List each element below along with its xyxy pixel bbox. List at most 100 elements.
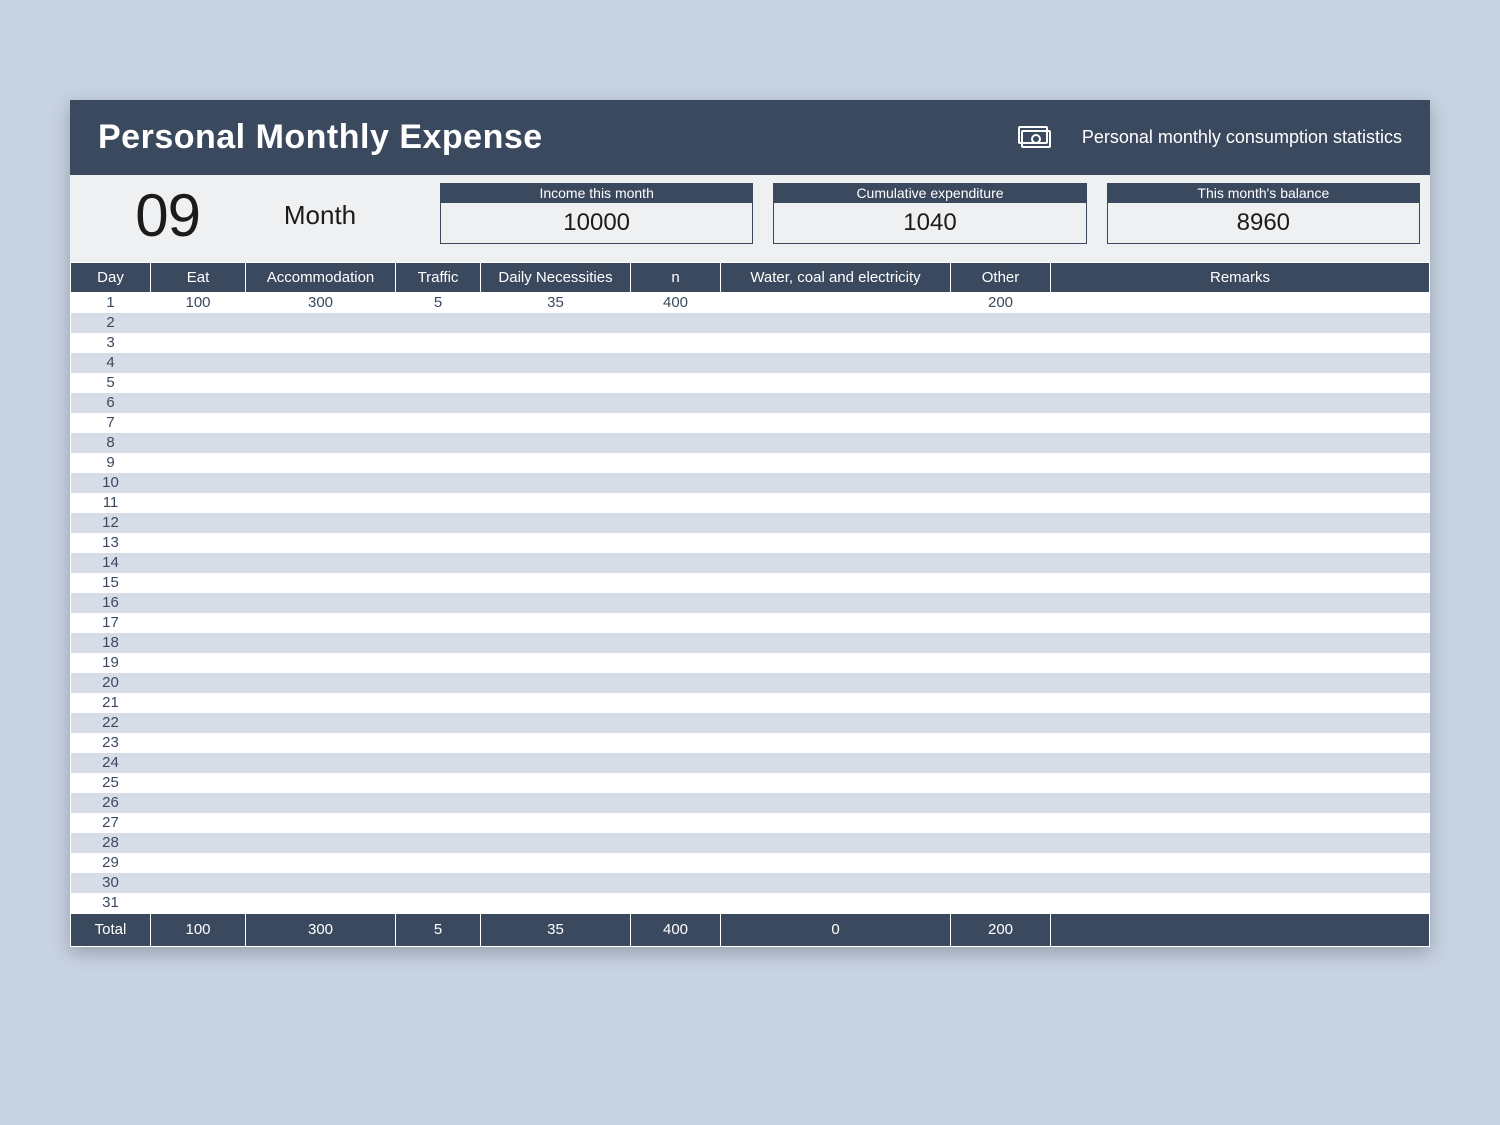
- cell-remarks[interactable]: [1051, 773, 1430, 793]
- cell-other[interactable]: [951, 733, 1051, 753]
- cell-n[interactable]: [631, 833, 721, 853]
- cell-necess[interactable]: [481, 433, 631, 453]
- cell-necess[interactable]: [481, 773, 631, 793]
- cell-eat[interactable]: [151, 853, 246, 873]
- col-rem[interactable]: Remarks: [1051, 263, 1430, 293]
- table-row[interactable]: 27: [71, 813, 1430, 833]
- cell-eat[interactable]: [151, 713, 246, 733]
- cell-traffic[interactable]: [396, 773, 481, 793]
- cell-other[interactable]: [951, 753, 1051, 773]
- cell-necess[interactable]: [481, 613, 631, 633]
- cell-accom[interactable]: [246, 333, 396, 353]
- cell-accom[interactable]: [246, 793, 396, 813]
- cell-other[interactable]: [951, 613, 1051, 633]
- cell-other[interactable]: 200: [951, 293, 1051, 314]
- table-row[interactable]: 7: [71, 413, 1430, 433]
- cell-day[interactable]: 31: [71, 893, 151, 914]
- cell-other[interactable]: [951, 793, 1051, 813]
- cell-accom[interactable]: [246, 453, 396, 473]
- cell-remarks[interactable]: [1051, 833, 1430, 853]
- cell-util[interactable]: [721, 333, 951, 353]
- cell-necess[interactable]: [481, 633, 631, 653]
- cell-eat[interactable]: [151, 833, 246, 853]
- cell-accom[interactable]: [246, 813, 396, 833]
- cell-traffic[interactable]: [396, 673, 481, 693]
- table-row[interactable]: 9: [71, 453, 1430, 473]
- cell-day[interactable]: 26: [71, 793, 151, 813]
- cell-necess[interactable]: [481, 333, 631, 353]
- cell-day[interactable]: 11: [71, 493, 151, 513]
- cell-traffic[interactable]: [396, 853, 481, 873]
- cell-eat[interactable]: [151, 433, 246, 453]
- cell-remarks[interactable]: [1051, 473, 1430, 493]
- col-traf[interactable]: Traffic: [396, 263, 481, 293]
- cell-util[interactable]: [721, 433, 951, 453]
- cell-traffic[interactable]: [396, 453, 481, 473]
- cell-day[interactable]: 22: [71, 713, 151, 733]
- cell-eat[interactable]: [151, 333, 246, 353]
- cell-eat[interactable]: [151, 393, 246, 413]
- cell-other[interactable]: [951, 813, 1051, 833]
- cell-accom[interactable]: [246, 673, 396, 693]
- cell-accom[interactable]: 300: [246, 293, 396, 314]
- cell-day[interactable]: 9: [71, 453, 151, 473]
- cell-util[interactable]: [721, 513, 951, 533]
- cell-n[interactable]: [631, 393, 721, 413]
- cell-eat[interactable]: [151, 533, 246, 553]
- cell-necess[interactable]: [481, 513, 631, 533]
- cell-eat[interactable]: [151, 453, 246, 473]
- cell-n[interactable]: [631, 653, 721, 673]
- cell-other[interactable]: [951, 413, 1051, 433]
- cell-necess[interactable]: [481, 533, 631, 553]
- table-row[interactable]: 20: [71, 673, 1430, 693]
- cell-n[interactable]: [631, 813, 721, 833]
- cell-eat[interactable]: [151, 513, 246, 533]
- cell-accom[interactable]: [246, 433, 396, 453]
- table-row[interactable]: 28: [71, 833, 1430, 853]
- cell-util[interactable]: [721, 613, 951, 633]
- cell-util[interactable]: [721, 393, 951, 413]
- cell-traffic[interactable]: [396, 393, 481, 413]
- table-row[interactable]: 25: [71, 773, 1430, 793]
- cell-util[interactable]: [721, 493, 951, 513]
- table-row[interactable]: 15: [71, 573, 1430, 593]
- cell-n[interactable]: [631, 353, 721, 373]
- cell-accom[interactable]: [246, 393, 396, 413]
- cell-remarks[interactable]: [1051, 413, 1430, 433]
- table-row[interactable]: 1100300535400200: [71, 293, 1430, 314]
- col-n[interactable]: n: [631, 263, 721, 293]
- cell-util[interactable]: [721, 673, 951, 693]
- table-row[interactable]: 12: [71, 513, 1430, 533]
- cell-remarks[interactable]: [1051, 453, 1430, 473]
- cell-accom[interactable]: [246, 693, 396, 713]
- cell-accom[interactable]: [246, 873, 396, 893]
- table-row[interactable]: 16: [71, 593, 1430, 613]
- cell-other[interactable]: [951, 373, 1051, 393]
- cell-n[interactable]: [631, 893, 721, 914]
- cell-day[interactable]: 17: [71, 613, 151, 633]
- cell-necess[interactable]: [481, 753, 631, 773]
- cell-eat[interactable]: 100: [151, 293, 246, 314]
- cell-day[interactable]: 18: [71, 633, 151, 653]
- cell-n[interactable]: [631, 733, 721, 753]
- cell-other[interactable]: [951, 333, 1051, 353]
- cell-util[interactable]: [721, 773, 951, 793]
- cell-necess[interactable]: [481, 553, 631, 573]
- cell-n[interactable]: [631, 513, 721, 533]
- cell-other[interactable]: [951, 393, 1051, 413]
- cell-accom[interactable]: [246, 473, 396, 493]
- cell-traffic[interactable]: 5: [396, 293, 481, 314]
- cell-eat[interactable]: [151, 753, 246, 773]
- cell-util[interactable]: [721, 873, 951, 893]
- cell-day[interactable]: 29: [71, 853, 151, 873]
- cell-eat[interactable]: [151, 693, 246, 713]
- cell-necess[interactable]: 35: [481, 293, 631, 314]
- cell-necess[interactable]: [481, 653, 631, 673]
- cell-remarks[interactable]: [1051, 573, 1430, 593]
- cell-accom[interactable]: [246, 593, 396, 613]
- cell-util[interactable]: [721, 893, 951, 914]
- cell-n[interactable]: [631, 873, 721, 893]
- cell-util[interactable]: [721, 793, 951, 813]
- cell-day[interactable]: 6: [71, 393, 151, 413]
- cell-traffic[interactable]: [396, 353, 481, 373]
